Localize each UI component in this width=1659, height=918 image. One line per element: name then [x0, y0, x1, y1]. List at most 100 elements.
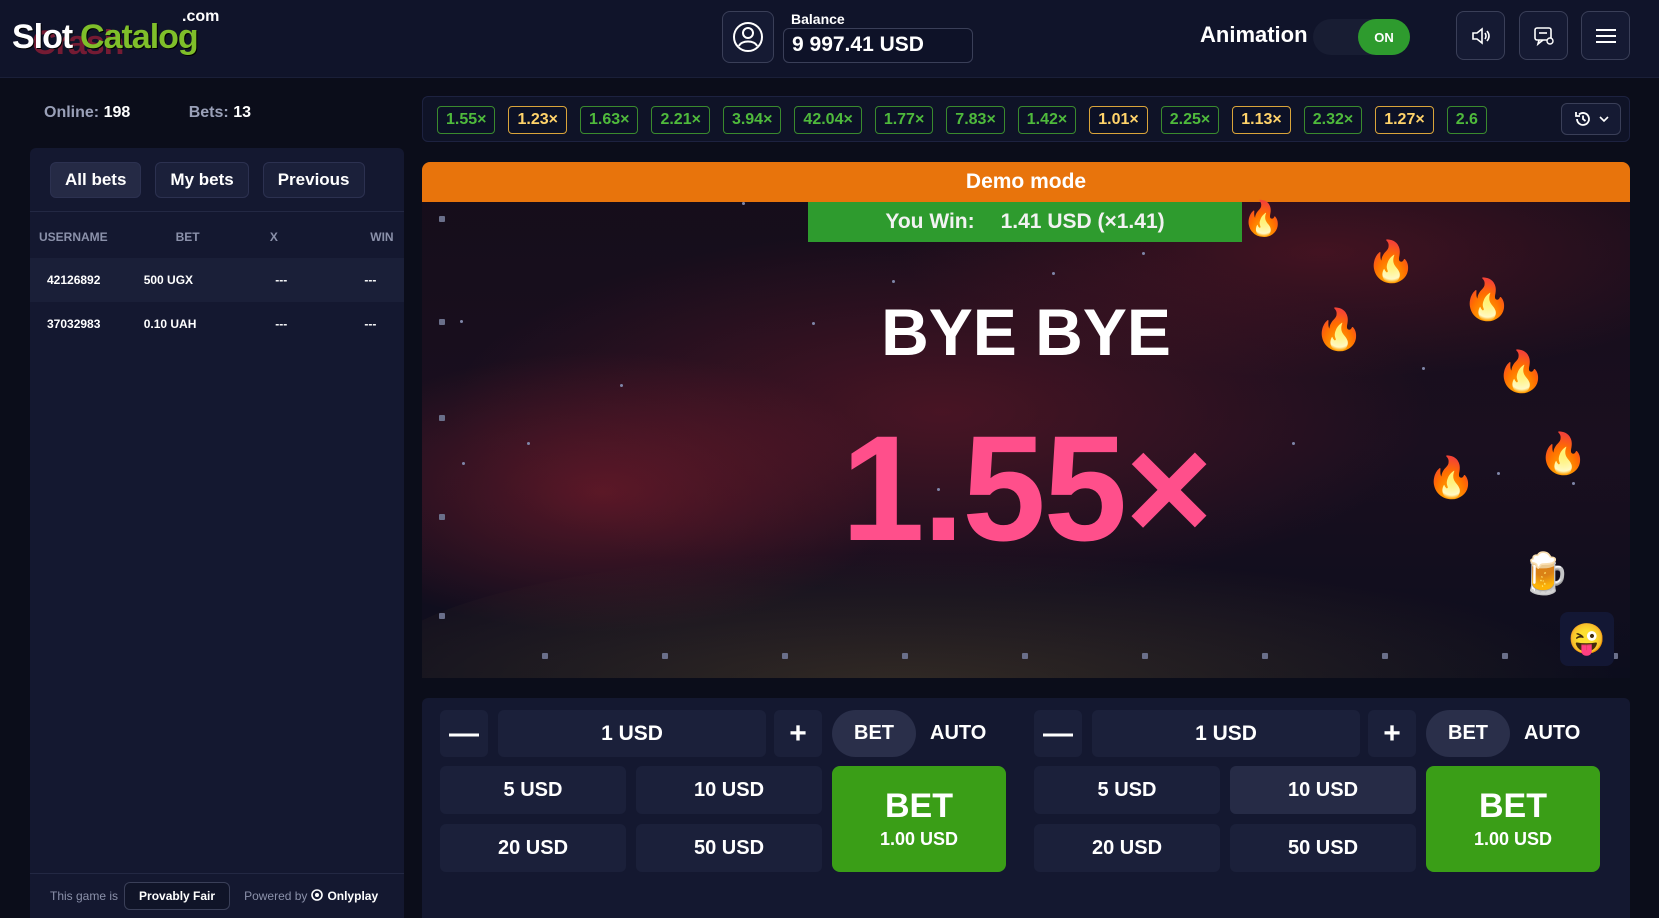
logo-slot: Slot [12, 18, 73, 56]
place-bet-label: BET [1479, 786, 1547, 825]
provably-fair-button[interactable]: Provably Fair [124, 882, 231, 910]
table-row: 42126892 500 UGX --- --- [30, 258, 404, 302]
history-chip[interactable]: 42.04× [794, 106, 862, 134]
col-username: USERNAME [39, 229, 108, 244]
row-x: --- [275, 317, 288, 331]
sound-icon [1471, 26, 1490, 45]
tab-all-bets[interactable]: All bets [50, 162, 142, 198]
fire-icon: 🔥 [1462, 278, 1512, 322]
history-chip[interactable]: 1.13× [1232, 106, 1291, 134]
increase-bet-button[interactable]: + [1368, 710, 1416, 757]
bet-controls: — 1 USD + BET AUTO 5 USD 10 USD 20 USD 5… [422, 698, 1630, 918]
fire-icon: 🔥 [1366, 240, 1416, 284]
win-amount: 1.41 USD (×1.41) [1000, 210, 1165, 233]
fire-icon: 🔥 [1314, 308, 1364, 352]
mode-bet-tab[interactable]: BET [1426, 710, 1510, 757]
bet-mode-switch: BET AUTO [1426, 710, 1586, 757]
quick-bet-button[interactable]: 50 USD [636, 824, 822, 872]
table-row: 37032983 0.10 UAH --- --- [30, 302, 404, 346]
bet-amount-input[interactable]: 1 USD [498, 710, 766, 757]
row-win: --- [364, 317, 377, 331]
col-bet: BET [175, 229, 200, 244]
win-label: You Win: [885, 210, 975, 233]
bets-count: 13 [233, 104, 251, 121]
provider-name: Onlyplay [327, 889, 379, 903]
logo-catalog: Catalog [80, 18, 199, 56]
mode-bet-tab[interactable]: BET [832, 710, 916, 757]
fire-icon: 🔥 [1496, 350, 1546, 394]
bet-mode-switch: BET AUTO [832, 710, 992, 757]
bet-amount-input[interactable]: 1 USD [1092, 710, 1360, 757]
history-chip[interactable]: 2.6 [1446, 106, 1487, 134]
emoji-reaction-button[interactable]: 😜 [1560, 612, 1614, 666]
history-chip[interactable]: 1.63× [579, 106, 639, 134]
footer-prefix: This game is [50, 889, 119, 903]
place-bet-button[interactable]: BET 1.00 USD [1426, 766, 1600, 872]
history-chip[interactable]: 1.27× [1375, 106, 1434, 134]
balance-value: 9 997.41 USD [783, 28, 973, 63]
row-username: 42126892 [47, 273, 101, 287]
row-username: 37032983 [47, 317, 101, 331]
online-label: Online: [44, 104, 100, 121]
history-chip[interactable]: 1.23× [508, 106, 567, 134]
multiplier-history: 1.55× 1.23× 1.63× 2.21× 3.94× 42.04× 1.77× 7.83… [422, 96, 1630, 142]
row-win: --- [364, 273, 377, 287]
animation-toggle[interactable]: ON [1313, 19, 1410, 55]
history-toggle-button[interactable] [1561, 103, 1621, 135]
user-icon [733, 22, 763, 52]
fire-icon: 🔥 [1538, 432, 1588, 476]
quick-bet-button[interactable]: 20 USD [1034, 824, 1220, 872]
fire-icon: 🔥 [1242, 200, 1285, 238]
history-chip[interactable]: 1.01× [1089, 106, 1148, 134]
game-canvas: Demo mode You Win: 1.41 USD (×1.41) BYE … [422, 162, 1630, 678]
history-chip[interactable]: 2.32× [1303, 106, 1363, 134]
row-bet: 500 UGX [143, 273, 194, 287]
bet-panel-2: — 1 USD + BET AUTO 5 USD 10 USD 20 USD 5… [1016, 710, 1600, 885]
place-bet-amount: 1.00 USD [1473, 828, 1553, 849]
provably-fair-footer: This game is Provably Fair Powered by On… [30, 873, 404, 918]
decrease-bet-button[interactable]: — [1034, 710, 1082, 757]
history-chip[interactable]: 2.25× [1160, 106, 1220, 134]
history-chip[interactable]: 1.42× [1017, 106, 1077, 134]
place-bet-label: BET [885, 786, 953, 825]
place-bet-button[interactable]: BET 1.00 USD [832, 766, 1006, 872]
quick-bet-button[interactable]: 50 USD [1230, 824, 1416, 872]
tab-my-bets[interactable]: My bets [155, 162, 249, 198]
history-chip[interactable]: 3.94× [722, 106, 782, 134]
quick-bet-button[interactable]: 20 USD [440, 824, 626, 872]
balance-label: Balance [791, 11, 845, 27]
animation-toggle-state: ON [1358, 19, 1410, 55]
increase-bet-button[interactable]: + [774, 710, 822, 757]
demo-mode-banner: Demo mode [422, 162, 1630, 202]
history-chip[interactable]: 2.21× [651, 106, 710, 134]
logo-tld: .com [182, 8, 220, 25]
sound-button[interactable] [1456, 11, 1505, 60]
quick-bet-button[interactable]: 5 USD [1034, 766, 1220, 814]
history-chip[interactable]: 7.83× [946, 106, 1005, 134]
history-chip[interactable]: 1.55× [437, 106, 496, 134]
tab-previous[interactable]: Previous [262, 162, 365, 198]
col-win: WIN [370, 229, 394, 244]
decrease-bet-button[interactable]: — [440, 710, 488, 757]
chat-button[interactable] [1519, 11, 1568, 60]
beer-icon: 🍺 [1520, 552, 1570, 596]
top-bar: Crash Slot Catalog .com Balance 9 997.41… [0, 0, 1659, 78]
online-count: 198 [103, 104, 131, 121]
history-chip[interactable]: 1.77× [874, 106, 934, 134]
win-banner: You Win: 1.41 USD (×1.41) [808, 202, 1242, 242]
history-list: 1.55× 1.23× 1.63× 2.21× 3.94× 42.04× 1.77× 7.83… [437, 106, 1487, 134]
menu-button[interactable] [1581, 11, 1630, 60]
quick-bet-button[interactable]: 5 USD [440, 766, 626, 814]
user-profile-button[interactable] [722, 11, 774, 63]
quick-bet-button[interactable]: 10 USD [636, 766, 822, 814]
bets-table-header: USERNAME BET X WIN [30, 211, 404, 261]
powered-by-label: Powered by [244, 889, 308, 903]
mode-auto-tab[interactable]: AUTO [1510, 710, 1602, 757]
bets-tabs: All bets My bets Previous [50, 162, 365, 198]
mode-auto-tab[interactable]: AUTO [916, 710, 1008, 757]
quick-bet-button[interactable]: 10 USD [1230, 766, 1416, 814]
round-end-message: BYE BYE [881, 295, 1171, 369]
bets-label: Bets: [188, 104, 229, 121]
online-stats: Online: 198 Bets: 13 [44, 104, 251, 122]
animation-label: Animation [1200, 22, 1308, 47]
